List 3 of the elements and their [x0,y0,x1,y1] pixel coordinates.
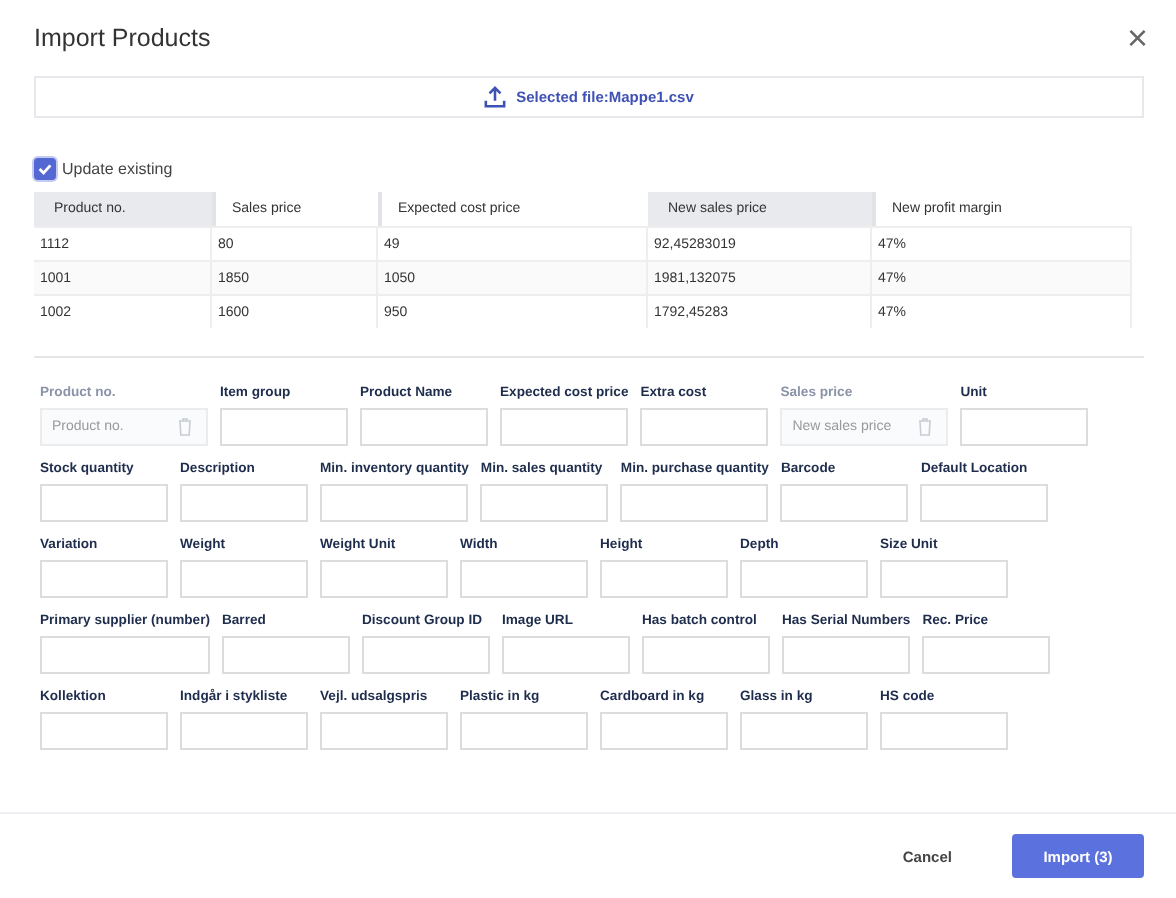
close-button[interactable]: × [1126,20,1148,56]
dialog-title: Import Products [34,24,211,52]
update-existing-label: Update existing [62,160,173,178]
